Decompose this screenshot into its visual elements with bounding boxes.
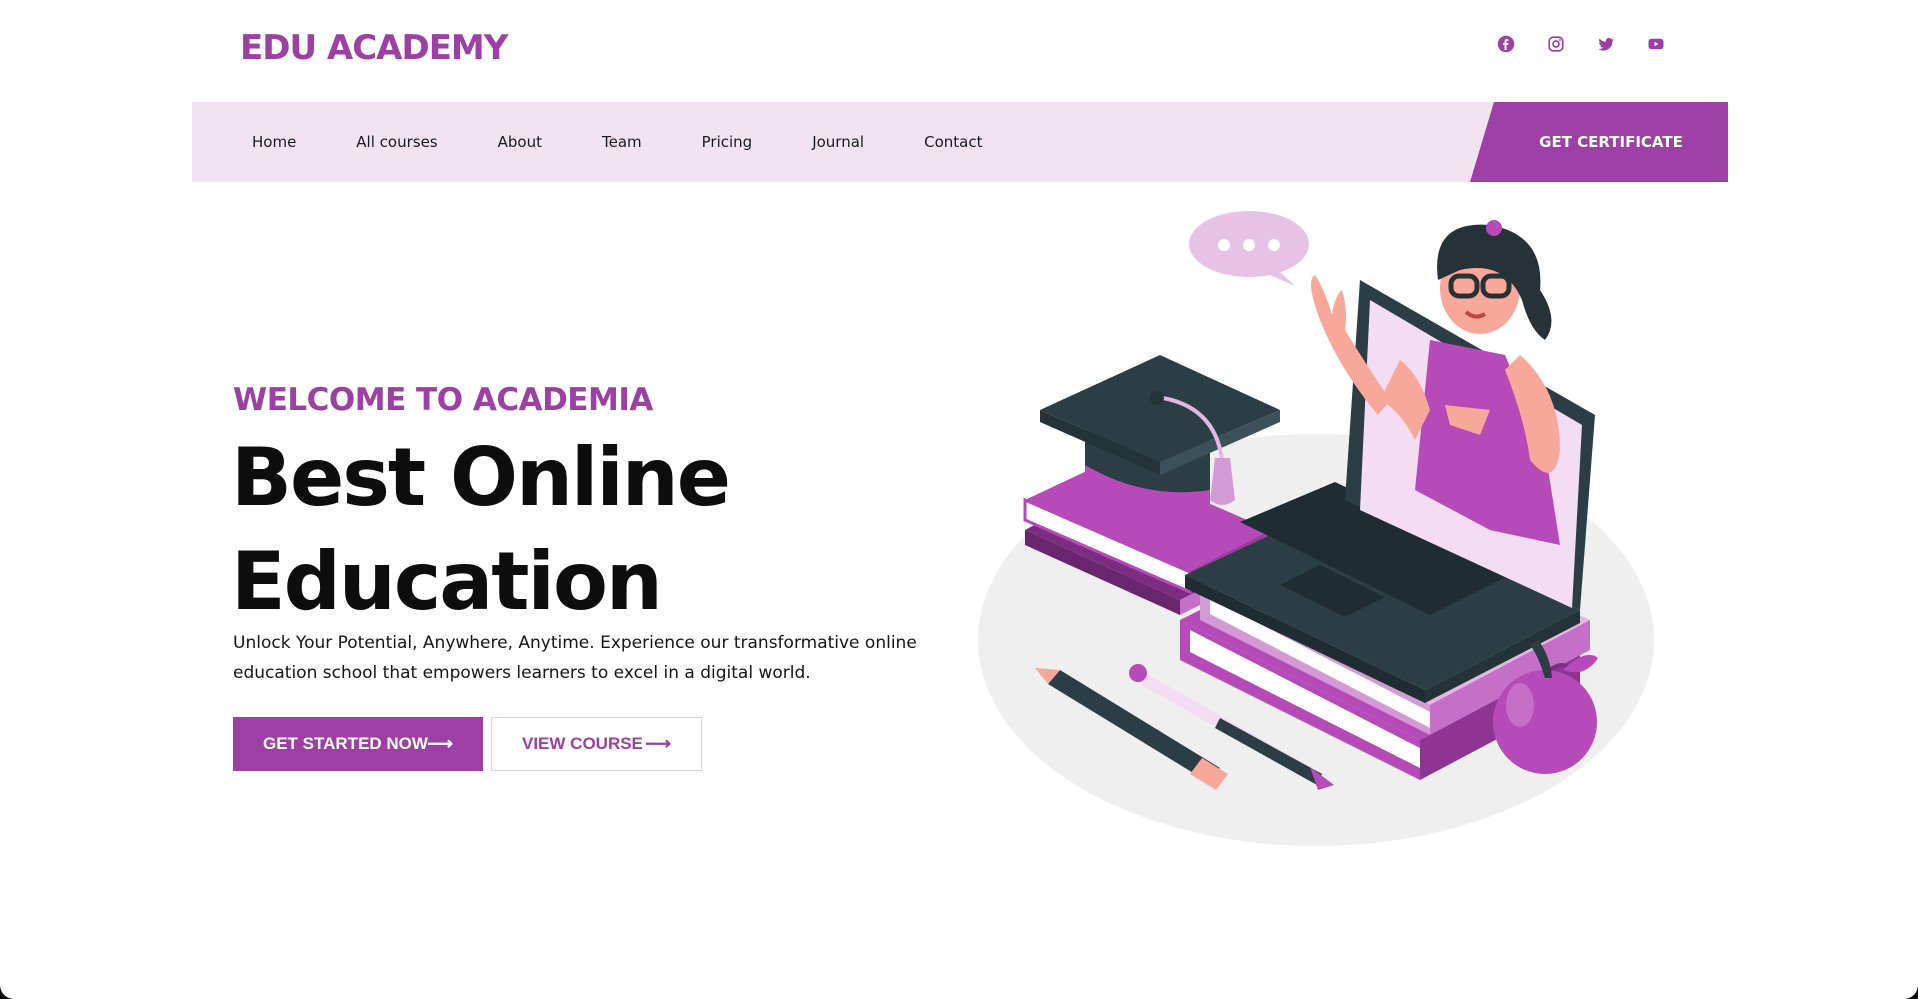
twitter-icon[interactable] xyxy=(1596,34,1616,54)
brand-logo[interactable]: EDU ACADEMY xyxy=(240,28,508,68)
nav-item-team[interactable]: Team xyxy=(602,133,642,151)
get-certificate-button[interactable]: GET CERTIFICATE xyxy=(1470,102,1728,182)
page: EDU ACADEMY Home All courses About Team … xyxy=(0,0,1918,999)
nav-item-home[interactable]: Home xyxy=(252,133,296,151)
hero-eyebrow: WELCOME TO ACADEMIA xyxy=(233,382,653,418)
instagram-icon[interactable] xyxy=(1546,34,1566,54)
youtube-icon[interactable] xyxy=(1646,34,1666,54)
nav-item-all-courses[interactable]: All courses xyxy=(356,133,437,151)
nav-item-pricing[interactable]: Pricing xyxy=(702,133,753,151)
nav-item-about[interactable]: About xyxy=(498,133,542,151)
facebook-icon[interactable] xyxy=(1496,34,1516,54)
view-course-label: VIEW COURSE xyxy=(522,734,643,753)
nav-item-journal[interactable]: Journal xyxy=(812,133,864,151)
social-links xyxy=(1496,34,1666,54)
hero-subtitle: Unlock Your Potential, Anywhere, Anytime… xyxy=(233,633,917,683)
get-started-label: GET STARTED NOW xyxy=(263,734,428,753)
online-education-illustration xyxy=(978,211,1654,846)
hero-title-line2: Education xyxy=(231,535,663,628)
get-started-button[interactable]: GET STARTED NOW ⟶ xyxy=(233,717,483,771)
nav-item-contact[interactable]: Contact xyxy=(924,133,982,151)
hero-title: Best Online Education xyxy=(231,426,871,634)
main-navigation: Home All courses About Team Pricing Jour… xyxy=(192,102,1728,182)
arrow-right-icon: ⟶ xyxy=(427,733,453,754)
arrow-right-icon: ⟶ xyxy=(645,733,671,754)
hero-title-line1: Best Online xyxy=(231,431,731,524)
nav-menu: Home All courses About Team Pricing Jour… xyxy=(252,102,982,182)
view-course-button[interactable]: VIEW COURSE ⟶ xyxy=(491,717,702,771)
speech-bubble-icon xyxy=(1189,211,1309,286)
